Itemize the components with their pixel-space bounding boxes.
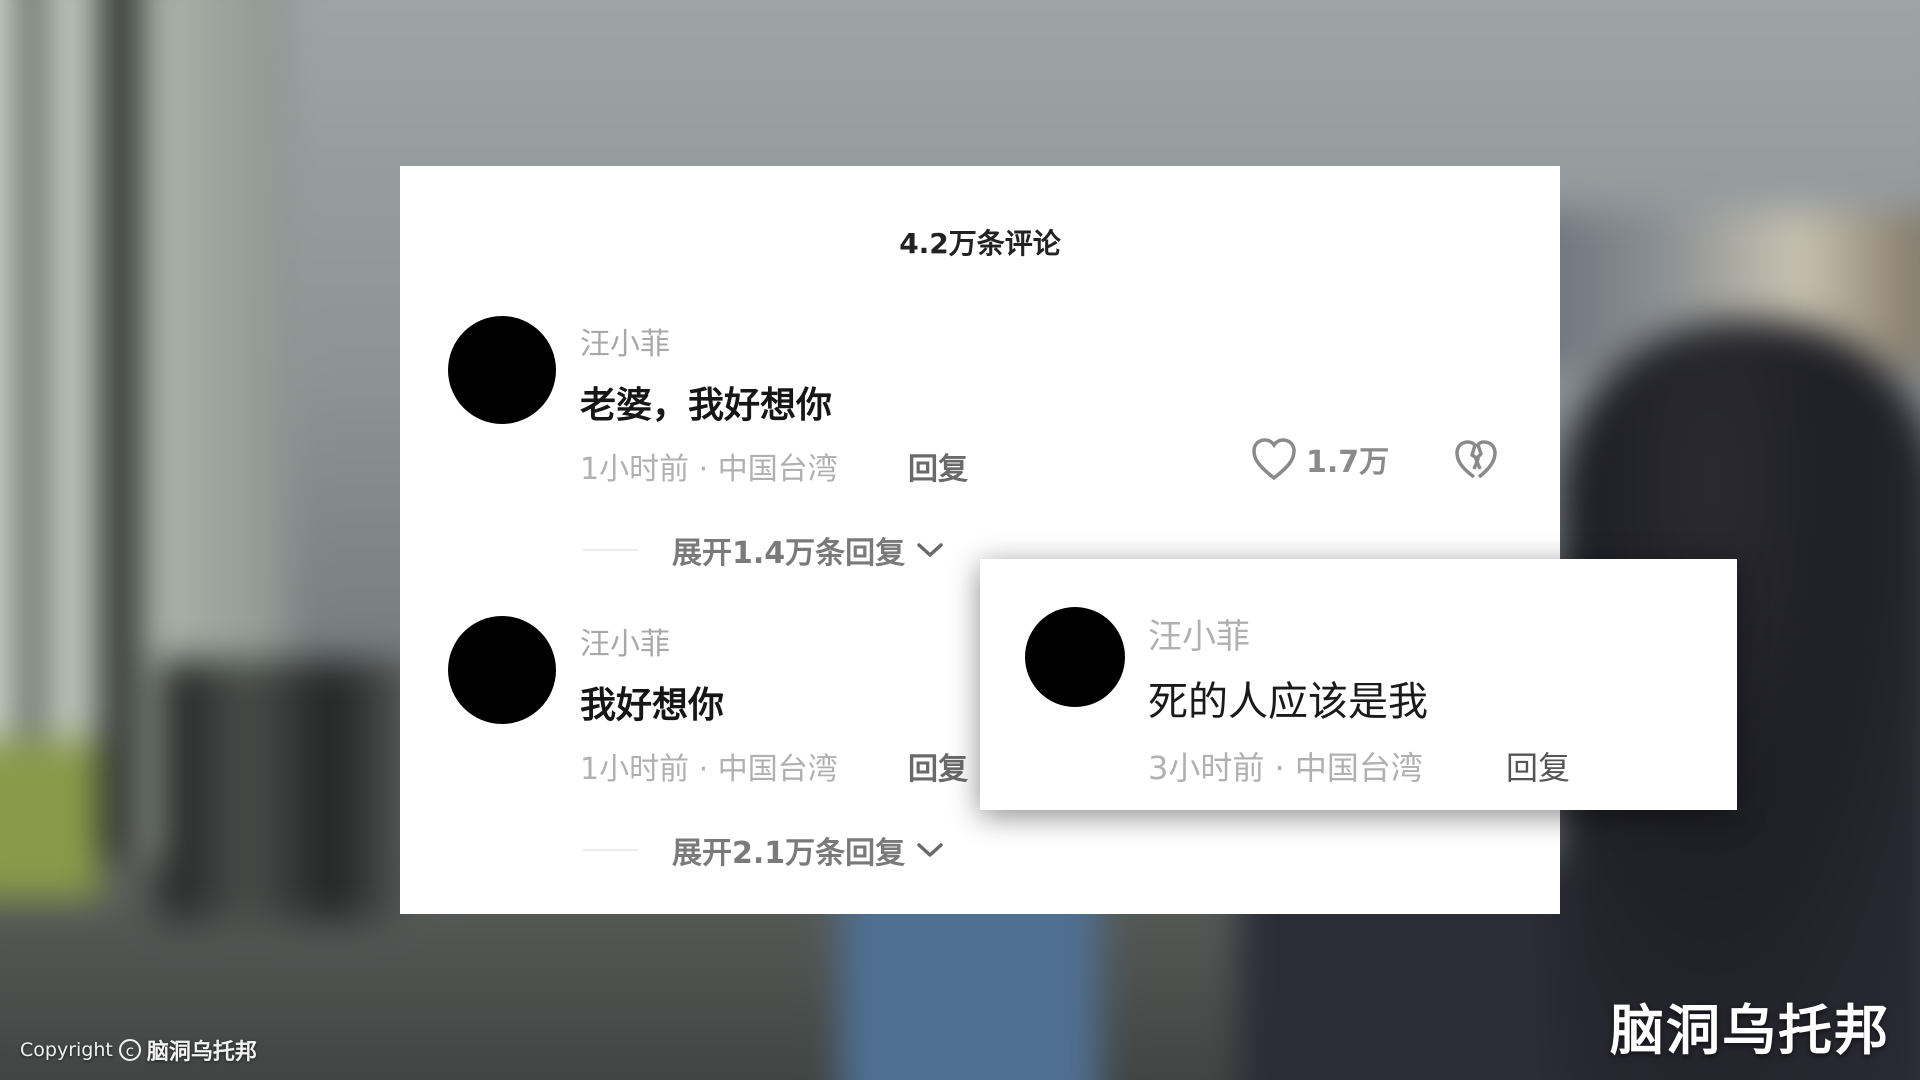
- avatar[interactable]: [448, 316, 556, 424]
- copyright-brand: 脑洞乌托邦: [146, 1040, 257, 1065]
- broken-heart-icon[interactable]: [1452, 436, 1500, 484]
- chevron-down-icon: [917, 843, 943, 857]
- highlighted-comment-card: 汪小菲 死的人应该是我 3小时前 · 中国台湾 回复: [980, 559, 1737, 810]
- comment-text: 死的人应该是我: [1148, 679, 1428, 725]
- comment-username[interactable]: 汪小菲: [580, 619, 670, 663]
- copyright-icon: c: [118, 1039, 141, 1061]
- avatar[interactable]: [448, 616, 556, 724]
- chevron-down-icon: [917, 543, 943, 557]
- comment-username[interactable]: 汪小菲: [1148, 609, 1250, 658]
- expand-replies-button[interactable]: 展开2.1万条回复: [582, 828, 945, 872]
- reply-button[interactable]: 回复: [1506, 743, 1570, 789]
- expand-replies-label: 展开2.1万条回复: [672, 836, 906, 871]
- avatar[interactable]: [1025, 607, 1125, 707]
- comment-meta: 3小时前 · 中国台湾: [1148, 749, 1423, 787]
- channel-watermark: 脑洞乌托邦: [1610, 999, 1890, 1062]
- copyright-label: Copyright: [20, 1039, 113, 1061]
- comments-count-title: 4.2万条评论: [899, 227, 1061, 260]
- expand-replies-button[interactable]: 展开1.4万条回复: [582, 528, 945, 572]
- comment-text: 老婆，我好想你: [580, 385, 833, 426]
- comment-username[interactable]: 汪小菲: [580, 319, 670, 363]
- like-button[interactable]: 1.7万: [1250, 436, 1389, 482]
- like-count: 1.7万: [1306, 445, 1390, 480]
- comment-meta: 1小时前 · 中国台湾: [580, 752, 838, 787]
- comment-text: 我好想你: [580, 685, 725, 726]
- copyright-watermark: Copyright c 脑洞乌托邦: [20, 1034, 257, 1066]
- reply-button[interactable]: 回复: [908, 744, 968, 788]
- reply-button[interactable]: 回复: [908, 444, 968, 488]
- video-frame: 4.2万条评论 汪小菲 老婆，我好想你 1小时前 · 中国台湾 回复 1.7万 …: [0, 0, 1920, 1080]
- heart-outline-icon: [1252, 438, 1296, 481]
- comment-meta: 1小时前 · 中国台湾: [580, 452, 838, 487]
- expand-replies-label: 展开1.4万条回复: [672, 536, 906, 571]
- divider: [582, 849, 638, 851]
- divider: [582, 549, 638, 551]
